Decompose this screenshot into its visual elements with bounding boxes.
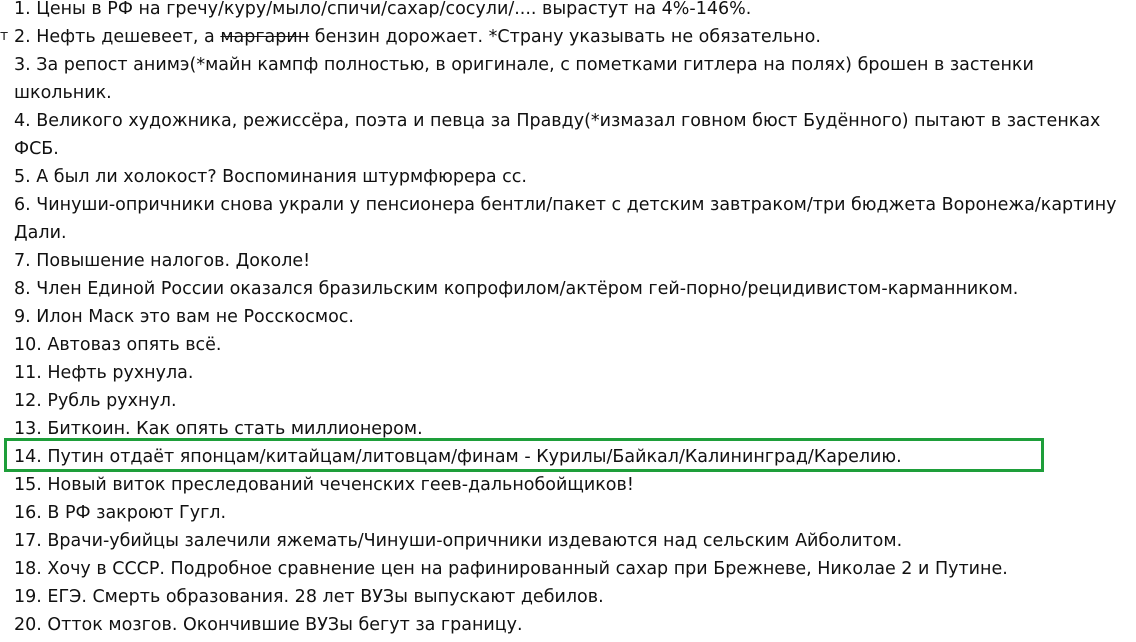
list-item-text: 9. Илон Маск это вам не Росскосмос. — [14, 307, 354, 327]
list-item: 6. Чинуши-опричники снова украли у пенси… — [14, 191, 1134, 247]
list-item: 15. Новый виток преследований чеченских … — [14, 471, 1134, 499]
list-item-text: 4. Великого художника, режиссёра, поэта … — [14, 111, 1101, 159]
list-item: 17. Врачи-убийцы залечили яжемать/Чинуши… — [14, 527, 1134, 555]
list-item-text: 5. А был ли холокост? Воспоминания штурм… — [14, 167, 527, 187]
list-item: 4. Великого художника, режиссёра, поэта … — [14, 107, 1134, 163]
list-item: 12. Рубль рухнул. — [14, 387, 1134, 415]
numbered-list: 1. Цены в РФ на гречу/куру/мыло/спичи/са… — [14, 0, 1134, 639]
list-item: 11. Нефть рухнула. — [14, 359, 1134, 387]
list-item-text: 12. Рубль рухнул. — [14, 391, 177, 411]
list-item: 3. За репост анимэ(*майн кампф полностью… — [14, 51, 1134, 107]
list-item-text: 8. Член Единой России оказался бразильск… — [14, 279, 1019, 299]
list-item: 19. ЕГЭ. Смерть образования. 28 лет ВУЗы… — [14, 583, 1134, 611]
list-item: 9. Илон Маск это вам не Росскосмос. — [14, 303, 1134, 331]
document-page: т 1. Цены в РФ на гречу/куру/мыло/спичи/… — [0, 0, 1136, 642]
list-item-text: 16. В РФ закроют Гугл. — [14, 503, 227, 523]
list-item-text: 6. Чинуши-опричники снова украли у пенси… — [14, 195, 1117, 243]
list-item-text-after: бензин дорожает. *Страну указывать не об… — [309, 27, 821, 47]
list-item: 5. А был ли холокост? Воспоминания штурм… — [14, 163, 1134, 191]
list-item: 16. В РФ закроют Гугл. — [14, 499, 1134, 527]
list-item: 8. Член Единой России оказался бразильск… — [14, 275, 1134, 303]
list-item-text: 7. Повышение налогов. Доколе! — [14, 251, 311, 271]
list-item: 2. Нефть дешевеет, а маргарин бензин дор… — [14, 23, 1134, 51]
list-item-text: 10. Автоваз опять всё. — [14, 335, 222, 355]
struck-word: маргарин — [220, 27, 310, 47]
list-item: 1. Цены в РФ на гречу/куру/мыло/спичи/са… — [14, 0, 1134, 23]
list-item-highlighted: 14. Путин отдаёт японцам/китайцам/литовц… — [14, 443, 1134, 471]
list-item-text: 19. ЕГЭ. Смерть образования. 28 лет ВУЗы… — [14, 587, 604, 607]
list-item: 10. Автоваз опять всё. — [14, 331, 1134, 359]
list-item: 7. Повышение налогов. Доколе! — [14, 247, 1134, 275]
list-item: 20. Отток мозгов. Окончившие ВУЗы бегут … — [14, 611, 1134, 639]
list-item-text: 1. Цены в РФ на гречу/куру/мыло/спичи/са… — [14, 0, 752, 19]
edge-glyph: т — [0, 28, 9, 44]
list-item: 18. Хочу в СССР. Подробное сравнение цен… — [14, 555, 1134, 583]
list-item-text: 17. Врачи-убийцы залечили яжемать/Чинуши… — [14, 531, 903, 551]
list-item-text: 3. За репост анимэ(*майн кампф полностью… — [14, 55, 1034, 103]
list-item: 13. Биткоин. Как опять стать миллионером… — [14, 415, 1134, 443]
list-item-text: 15. Новый виток преследований чеченских … — [14, 475, 634, 495]
list-item-text-before: 2. Нефть дешевеет, а — [14, 27, 221, 47]
list-item-text: 18. Хочу в СССР. Подробное сравнение цен… — [14, 559, 1008, 579]
list-item-text: 11. Нефть рухнула. — [14, 363, 194, 383]
list-item-text: 13. Биткоин. Как опять стать миллионером… — [14, 419, 423, 439]
list-item-text: 20. Отток мозгов. Окончившие ВУЗы бегут … — [14, 615, 523, 635]
list-item-text: 14. Путин отдаёт японцам/китайцам/литовц… — [14, 447, 902, 467]
